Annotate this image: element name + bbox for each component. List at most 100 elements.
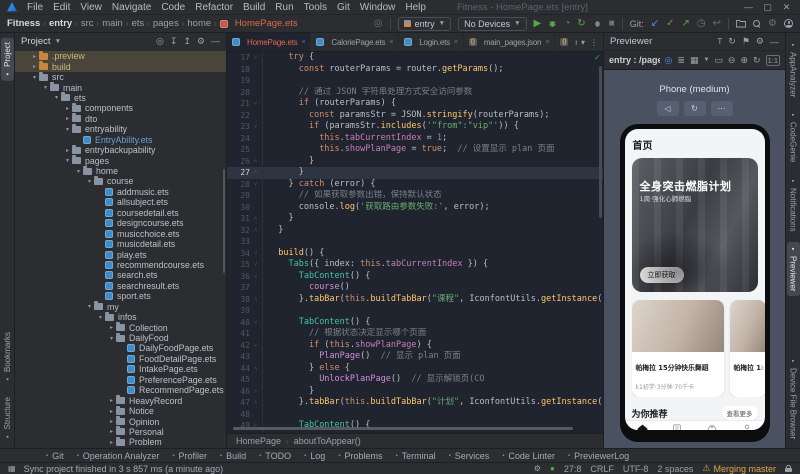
menu-git[interactable]: Git xyxy=(332,2,355,13)
gutter[interactable]: 46 ˄ xyxy=(227,385,263,398)
menu-tools[interactable]: Tools xyxy=(299,2,332,13)
editor-tab-Login.ets[interactable]: Login.ets × xyxy=(399,33,464,51)
status-message[interactable]: Sync project finished in 3 s 857 ms (a m… xyxy=(24,464,224,474)
code-line-34[interactable]: 34 ˅ build() { xyxy=(227,247,603,259)
background-tasks-icon[interactable]: ⚙ xyxy=(534,464,541,473)
gutter[interactable]: 24 xyxy=(227,132,263,144)
gutter[interactable]: 38 ˄ xyxy=(227,293,263,306)
history-icon[interactable]: ◷ xyxy=(697,18,706,29)
git-commit-button[interactable]: ✓ xyxy=(666,18,674,29)
tree-item-Collection[interactable]: ▸ Collection xyxy=(15,322,226,333)
code-editor[interactable]: ✓ 17 ˅ try {18 const routerParams = route… xyxy=(227,52,603,433)
toolwindow-previewerlog[interactable]: ▪ PreviewerLog xyxy=(568,451,629,461)
indent-setting[interactable]: 2 spaces xyxy=(657,464,693,474)
hero-card[interactable]: 全身突击燃脂计划 1周·强化心肺燃脂 立即获取 xyxy=(631,158,758,292)
editor-tab-main_pages.json[interactable]: {} main_pages.json × xyxy=(464,33,556,51)
code-line-37[interactable]: 37 course() xyxy=(227,282,603,294)
settings-icon[interactable]: ⚙ xyxy=(768,18,777,29)
fold-marker-icon[interactable]: ˄ xyxy=(252,213,259,225)
tree-item-sport.ets[interactable]: sport.ets xyxy=(15,291,226,301)
menu-view[interactable]: View xyxy=(75,2,107,13)
hero-cta-button[interactable]: 立即获取 xyxy=(639,267,684,283)
toolwindow-services[interactable]: ▪ Services xyxy=(449,451,490,461)
tree-item-main[interactable]: ▾ main xyxy=(15,82,226,93)
code-line-18[interactable]: 18 const routerParams = router.getParams… xyxy=(227,63,603,75)
tab-close-icon[interactable]: × xyxy=(302,39,306,46)
fold-marker-icon[interactable]: ˄ xyxy=(252,294,259,306)
sidebar-item-structure[interactable]: ▪ Structure xyxy=(1,393,14,443)
expanded-arrow-icon[interactable]: ▾ xyxy=(52,94,61,101)
tree-item-designcourse.ets[interactable]: designcourse.ets xyxy=(15,218,226,228)
maximize-button[interactable]: ▢ xyxy=(758,0,777,14)
app-tab-我的[interactable]: 我的 xyxy=(730,421,765,430)
gutter[interactable]: 21 ˅ xyxy=(227,98,263,110)
code-line-45[interactable]: 45 UnlockPlanPage() // 显示解锁页(CO xyxy=(227,374,603,386)
collapsed-arrow-icon[interactable]: ▸ xyxy=(107,439,116,446)
refresh-icon[interactable]: ↻ xyxy=(728,36,736,47)
fold-marker-icon[interactable]: ˄ xyxy=(252,225,259,237)
previewer-settings-icon[interactable]: ⚙ xyxy=(756,36,764,47)
menu-navigate[interactable]: Navigate xyxy=(107,2,156,13)
device-selector[interactable]: No Devices ▼ xyxy=(458,16,527,31)
gutter[interactable]: 39 xyxy=(227,305,263,317)
code-line-43[interactable]: 43 PlanPage() // 显示 plan 页面 xyxy=(227,351,603,363)
tree-item-components[interactable]: ▸ components xyxy=(15,102,226,113)
toolwindow-log[interactable]: ▪ Log xyxy=(304,451,325,461)
gutter[interactable]: 35 ˅ xyxy=(227,259,263,271)
tree-item-course[interactable]: ▾ course xyxy=(15,175,226,186)
gutter[interactable]: 37 xyxy=(227,282,263,294)
app-tab-计划[interactable]: 计划 xyxy=(660,421,695,430)
code-line-44[interactable]: 44 ˄ } else { xyxy=(227,362,603,374)
zoom-out-icon[interactable]: ⊖ xyxy=(728,55,736,66)
fold-marker-icon[interactable]: ˅ xyxy=(252,52,259,64)
tree-item-play.ets[interactable]: play.ets xyxy=(15,249,226,260)
breadcrumb-item-ets[interactable]: ets xyxy=(131,18,144,29)
code-line-27[interactable]: 27 ˄ } xyxy=(227,167,603,179)
tabs-menu-icon[interactable]: ⋮ xyxy=(590,38,598,47)
zoom-ratio-label[interactable]: 1:1 xyxy=(765,54,780,66)
breadcrumb-item-Fitness[interactable]: Fitness xyxy=(7,18,40,29)
expand-all-icon[interactable]: ↧ xyxy=(170,36,178,47)
project-tree-scrollbar[interactable] xyxy=(223,169,225,273)
collapsed-arrow-icon[interactable]: ▸ xyxy=(30,63,39,70)
collapse-all-icon[interactable]: ↥ xyxy=(183,36,191,47)
stop-button[interactable]: ■ xyxy=(609,18,615,29)
tree-item-musicchoice.ets[interactable]: musicchoice.ets xyxy=(15,228,226,239)
sidebar-item-device-file-browser[interactable]: ▪ Device File Browser xyxy=(787,354,800,443)
tab-close-icon[interactable]: × xyxy=(389,39,393,46)
code-line-19[interactable]: 19 xyxy=(227,75,603,87)
inspect-text-icon[interactable]: T xyxy=(717,37,722,46)
expanded-arrow-icon[interactable]: ▾ xyxy=(63,157,72,164)
tree-item-addmusic.ets[interactable]: addmusic.ets xyxy=(15,187,226,197)
fold-marker-icon[interactable]: ˄ xyxy=(252,397,259,409)
gutter[interactable]: 42 ˅ xyxy=(227,339,263,352)
git-push-button[interactable]: ↗ xyxy=(682,18,690,29)
toolwindow-build[interactable]: ▪ Build xyxy=(220,451,246,461)
gutter[interactable]: 18 xyxy=(227,63,263,75)
gutter[interactable]: 26 ˄ xyxy=(227,155,263,167)
code-line-46[interactable]: 46 ˄ } xyxy=(227,385,603,398)
gutter[interactable]: 32 ˄ xyxy=(227,224,263,237)
expanded-arrow-icon[interactable]: ▾ xyxy=(63,126,72,133)
preview-more-button[interactable]: ⋯ xyxy=(710,101,733,116)
breadcrumb-item-entry[interactable]: entry xyxy=(49,18,72,29)
restart-app-button[interactable]: ↻ xyxy=(577,18,585,29)
see-more-button[interactable]: 查看更多 xyxy=(721,406,758,420)
tree-item-entrybackupability[interactable]: ▸ entrybackupability xyxy=(15,144,226,155)
inspector-target-icon[interactable]: ◎ xyxy=(665,55,673,66)
breadcrumb-item-home[interactable]: home xyxy=(187,18,211,29)
panel-options-icon[interactable]: ⚙ xyxy=(197,36,205,47)
fold-marker-icon[interactable]: ˄ xyxy=(252,386,259,398)
fold-marker-icon[interactable]: ˅ xyxy=(252,340,259,352)
file-encoding[interactable]: UTF-8 xyxy=(623,464,649,474)
collapsed-arrow-icon[interactable]: ▸ xyxy=(63,147,72,154)
tree-item-allsubject.ets[interactable]: allsubject.ets xyxy=(15,197,226,207)
sidebar-item-codegenie[interactable]: ▪ CodeGenie xyxy=(787,108,800,166)
editor-tab-CaloriePage.ets[interactable]: CaloriePage.ets × xyxy=(311,33,400,51)
grid-view-icon[interactable]: ▦ xyxy=(690,55,699,66)
profiler-button[interactable]: ◔ xyxy=(564,18,570,29)
menu-file[interactable]: File xyxy=(22,2,48,13)
tree-item-Opinion[interactable]: ▸ Opinion xyxy=(15,416,226,427)
code-line-25[interactable]: 25 this.showPlanPage = true; // 设置显示 pla… xyxy=(227,144,603,156)
code-line-32[interactable]: 32 ˄ } xyxy=(227,224,603,237)
